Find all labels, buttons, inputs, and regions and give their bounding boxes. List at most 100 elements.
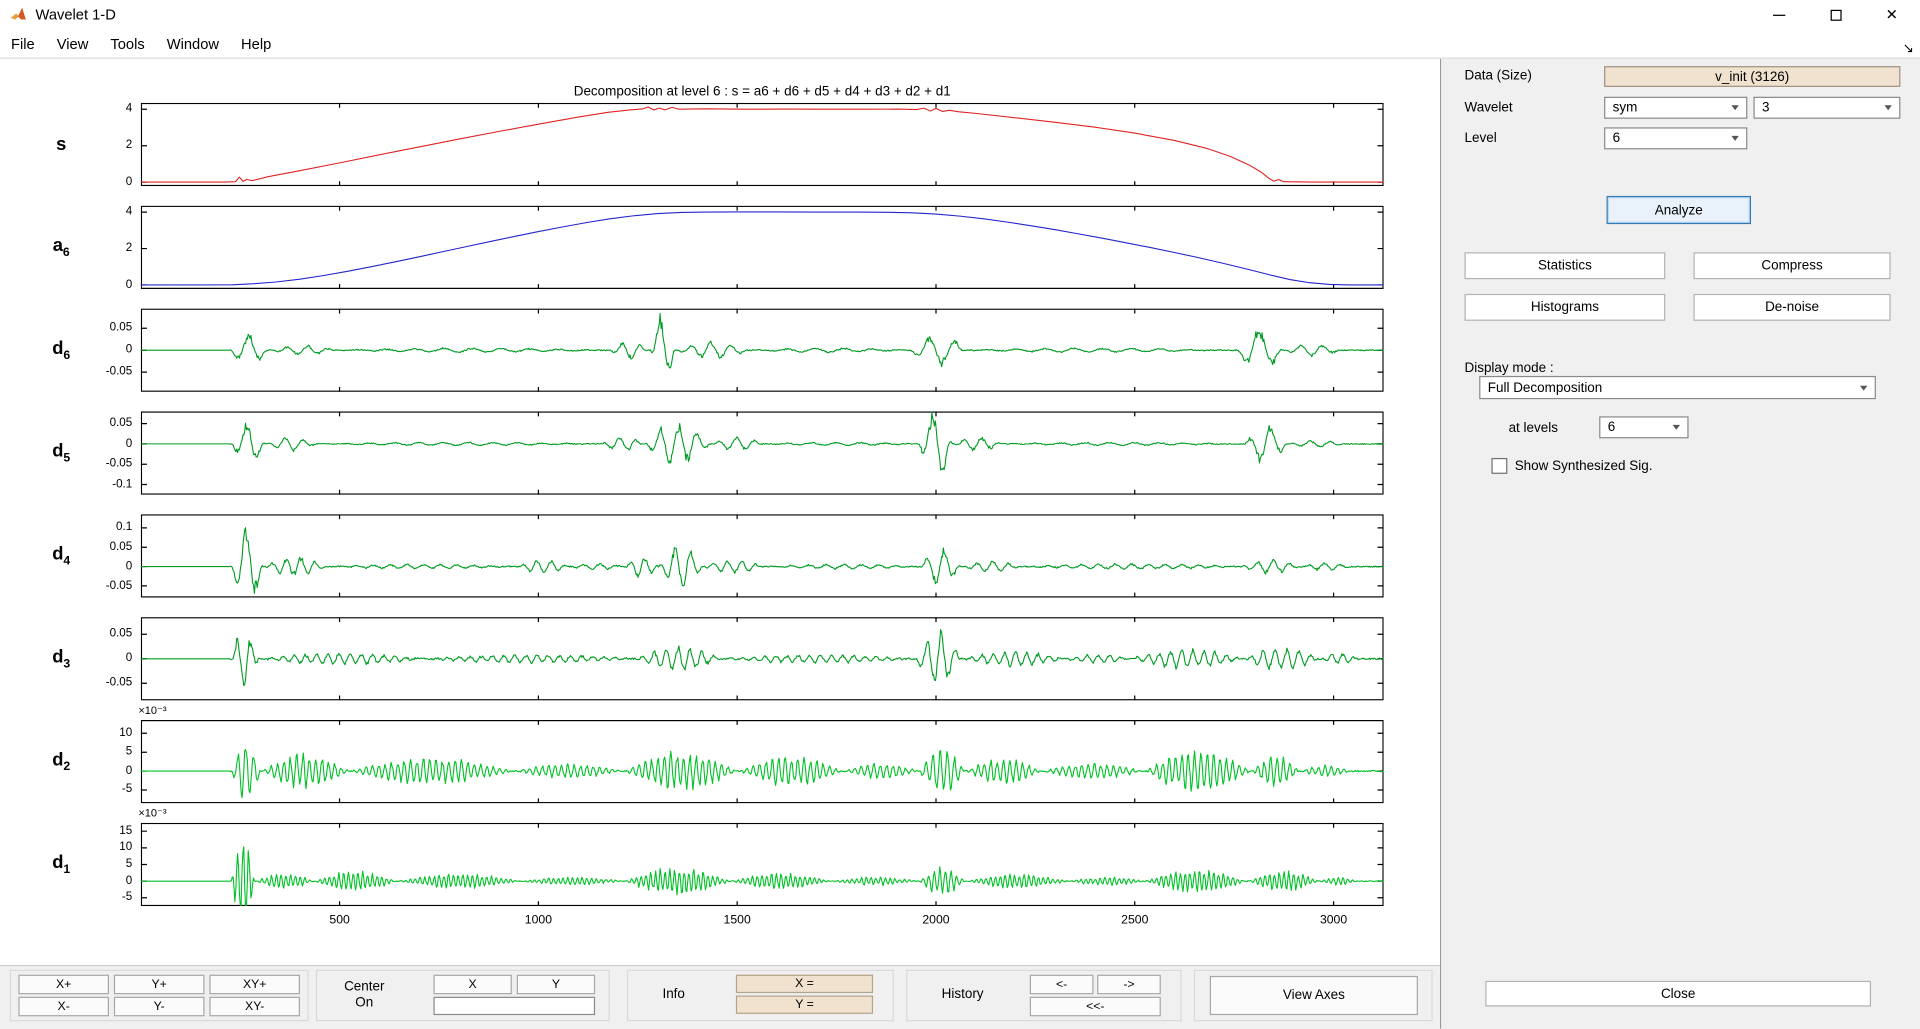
y-tick-label: 0: [69, 343, 133, 356]
at-levels-select[interactable]: 6: [1599, 416, 1688, 438]
zoom-x-out-button[interactable]: X-: [18, 997, 109, 1017]
x-tick-label: 500: [329, 913, 349, 926]
show-synthesized-label: Show Synthesized Sig.: [1515, 459, 1653, 474]
menu-file[interactable]: File: [0, 30, 46, 57]
window-controls: ✕: [1751, 0, 1920, 29]
menu-view[interactable]: View: [46, 30, 100, 57]
plot-d2[interactable]: [141, 720, 1384, 803]
panel-row-s: s420: [0, 103, 1384, 186]
matlab-app-icon: [9, 5, 29, 25]
zoom-xy-in-button[interactable]: XY+: [209, 975, 300, 995]
y-tick-label: 0: [69, 437, 133, 450]
plot-d1[interactable]: [141, 823, 1384, 906]
zoom-y-out-button[interactable]: Y-: [114, 997, 205, 1017]
view-axes-group: View Axes: [1194, 970, 1433, 1021]
x-tick-label: 2000: [922, 913, 949, 926]
histograms-button[interactable]: Histograms: [1464, 294, 1665, 321]
y-tick-label: 0.1: [69, 520, 133, 533]
y-tick-label: 15: [69, 824, 133, 837]
y-tick-label: 0.05: [69, 321, 133, 334]
denoise-button[interactable]: De-noise: [1693, 294, 1890, 321]
panel-row-d5: d50.050-0.05-0.1: [0, 411, 1384, 494]
menu-tools[interactable]: Tools: [99, 30, 155, 57]
history-rewind-button[interactable]: <<-: [1030, 997, 1161, 1017]
titlebar: Wavelet 1-D ✕: [0, 0, 1920, 29]
plot-a6[interactable]: [141, 206, 1384, 289]
history-back-button[interactable]: <-: [1030, 975, 1094, 995]
decomposition-plot-region: Decomposition at level 6 : s = a6 + d6 +…: [0, 59, 1440, 965]
y-tick-label: 10: [69, 840, 133, 853]
center-y-button[interactable]: Y: [517, 975, 595, 995]
plot-d6[interactable]: [141, 309, 1384, 392]
dock-arrow-icon[interactable]: ↘: [1903, 40, 1914, 56]
panel-row-d1: d1151050-5×10⁻³: [0, 823, 1384, 906]
maximize-button[interactable]: [1807, 0, 1863, 29]
center-x-button[interactable]: X: [433, 975, 511, 995]
plot-d5[interactable]: [141, 411, 1384, 494]
menu-help[interactable]: Help: [230, 30, 282, 57]
x-tick-label: 1000: [525, 913, 552, 926]
at-levels-label: at levels: [1509, 421, 1558, 436]
decomposition-panels: s420a6420d60.050-0.05d50.050-0.05-0.1d40…: [0, 103, 1384, 926]
wavelet-1d-window: Wavelet 1-D ✕ File View Tools Window Hel…: [0, 0, 1920, 1029]
x-tick-label: 3000: [1320, 913, 1347, 926]
y-tick-label: 0.05: [69, 416, 133, 429]
wavelet-family-value: sym: [1613, 100, 1638, 115]
panel-row-d6: d60.050-0.05: [0, 309, 1384, 392]
show-synthesized-checkbox[interactable]: [1491, 458, 1507, 474]
minimize-button[interactable]: [1751, 0, 1807, 29]
center-value-input[interactable]: [433, 997, 595, 1015]
y-tick-label: 0: [69, 278, 133, 291]
zoom-x-in-button[interactable]: X+: [18, 975, 109, 995]
y-tick-label: 0.05: [69, 627, 133, 640]
chevron-down-icon: [1860, 385, 1867, 390]
menu-window[interactable]: Window: [156, 30, 230, 57]
x-axis-labels: 500 1000 1500 2000 2500 3000: [141, 913, 1384, 930]
close-button[interactable]: Close: [1485, 981, 1871, 1007]
close-window-button[interactable]: ✕: [1864, 0, 1920, 29]
y-tick-label: 2: [69, 138, 133, 151]
wavelet-number-select[interactable]: 3: [1753, 97, 1900, 119]
menubar: File View Tools Window Help ↘: [0, 29, 1920, 58]
zoom-y-in-button[interactable]: Y+: [114, 975, 205, 995]
level-select[interactable]: 6: [1604, 127, 1747, 149]
panel-row-d4: d40.10.050-0.05: [0, 514, 1384, 597]
level-label: Level: [1464, 131, 1496, 146]
center-label-line2: On: [344, 996, 384, 1012]
plot-d4[interactable]: [141, 514, 1384, 597]
y-exponent-label: ×10⁻³: [138, 807, 166, 820]
display-mode-value: Full Decomposition: [1488, 380, 1603, 395]
plot-s[interactable]: [141, 103, 1384, 186]
sidebar: Data (Size) v_init (3126) Wavelet sym 3 …: [1441, 59, 1919, 1029]
view-axes-button[interactable]: View Axes: [1210, 976, 1418, 1015]
center-on-group: Center On X Y: [316, 970, 610, 1021]
minimize-icon: [1773, 14, 1785, 15]
chevron-down-icon: [1884, 105, 1891, 110]
panel-row-d2: d21050-5×10⁻³: [0, 720, 1384, 803]
plot-d3[interactable]: [141, 617, 1384, 700]
y-tick-label: 5: [69, 745, 133, 758]
history-group: History <- -> <<-: [906, 970, 1182, 1021]
display-mode-label: Display mode :: [1464, 361, 1553, 376]
wavelet-family-select[interactable]: sym: [1604, 97, 1747, 119]
history-forward-button[interactable]: ->: [1097, 975, 1161, 995]
y-tick-label: 0: [69, 559, 133, 572]
analyze-button[interactable]: Analyze: [1607, 196, 1751, 224]
data-size-value: v_init (3126): [1715, 69, 1789, 84]
history-label: History: [942, 987, 984, 1003]
info-x-field: X =: [736, 975, 873, 993]
x-tick-label: 2500: [1121, 913, 1148, 926]
center-label-line1: Center: [344, 980, 384, 996]
info-group: Info X = Y =: [627, 970, 894, 1021]
y-tick-label: 2: [69, 241, 133, 254]
display-mode-select[interactable]: Full Decomposition: [1479, 376, 1876, 399]
maximize-icon: [1830, 9, 1841, 20]
data-size-field: v_init (3126): [1604, 66, 1900, 87]
info-label: Info: [662, 987, 684, 1003]
compress-button[interactable]: Compress: [1693, 252, 1890, 279]
x-tick-label: 1500: [724, 913, 751, 926]
y-tick-label: 0: [69, 874, 133, 887]
zoom-xy-out-button[interactable]: XY-: [209, 997, 300, 1017]
panel-row-d3: d30.050-0.05: [0, 617, 1384, 700]
statistics-button[interactable]: Statistics: [1464, 252, 1665, 279]
